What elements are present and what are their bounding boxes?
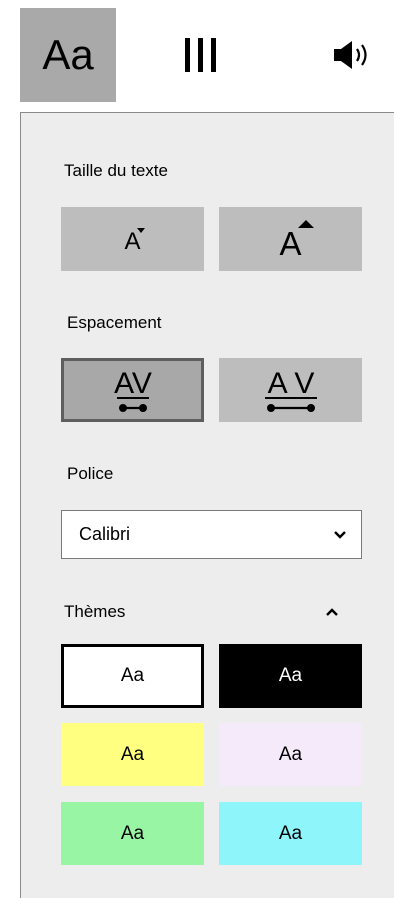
speaker-icon xyxy=(334,41,367,69)
decrease-text-size-button[interactable]: A xyxy=(61,207,204,271)
theme-cyan-label: Aa xyxy=(278,822,303,844)
reading-lines-icon xyxy=(181,38,220,72)
theme-lavender-label: Aa xyxy=(278,743,303,765)
text-size-label: Taille du texte xyxy=(64,161,168,180)
themes-collapse-button[interactable] xyxy=(320,600,344,624)
theme-white[interactable]: Aa xyxy=(61,644,204,708)
wide-spacing-glyph: A V xyxy=(267,367,314,400)
theme-white-label: Aa xyxy=(120,665,145,686)
font-select-value: Calibri xyxy=(79,524,131,544)
chevron-down-icon xyxy=(334,530,346,539)
wide-spacing-button[interactable]: A V xyxy=(219,358,362,422)
theme-black[interactable]: Aa xyxy=(219,644,362,708)
text-options-tab[interactable]: Aa xyxy=(20,8,116,102)
themes-label: Thèmes xyxy=(64,602,126,621)
text-preferences-panel: Taille du texte A A Espacement AV A V Po… xyxy=(20,112,394,898)
narrow-spacing-icon: AV xyxy=(114,367,152,412)
theme-yellow[interactable]: Aa xyxy=(61,723,204,786)
theme-cyan[interactable]: Aa xyxy=(219,802,362,865)
increase-arrow-icon xyxy=(298,219,315,228)
theme-black-label: Aa xyxy=(278,665,303,686)
wide-spacing-icon: A V xyxy=(264,367,317,412)
reading-lines-tab[interactable] xyxy=(165,8,235,102)
narrow-spacing-button[interactable]: AV xyxy=(61,358,204,422)
theme-lavender[interactable]: Aa xyxy=(219,723,362,786)
spacing-label: Espacement xyxy=(67,313,162,332)
narrow-spacing-glyph: AV xyxy=(114,367,152,400)
chevron-up-icon xyxy=(326,608,338,616)
read-aloud-tab[interactable] xyxy=(325,8,385,102)
increase-text-size-button[interactable]: A xyxy=(219,207,362,271)
increase-text-size-glyph: A xyxy=(279,224,302,262)
font-label: Police xyxy=(67,464,114,483)
theme-yellow-label: Aa xyxy=(120,743,145,765)
theme-green-label: Aa xyxy=(120,822,145,844)
font-select[interactable]: Calibri xyxy=(61,510,362,559)
reader-toolbar: Aa xyxy=(0,0,394,103)
theme-green[interactable]: Aa xyxy=(61,802,204,865)
decrease-arrow-icon xyxy=(137,228,146,233)
text-options-label: Aa xyxy=(42,31,94,78)
